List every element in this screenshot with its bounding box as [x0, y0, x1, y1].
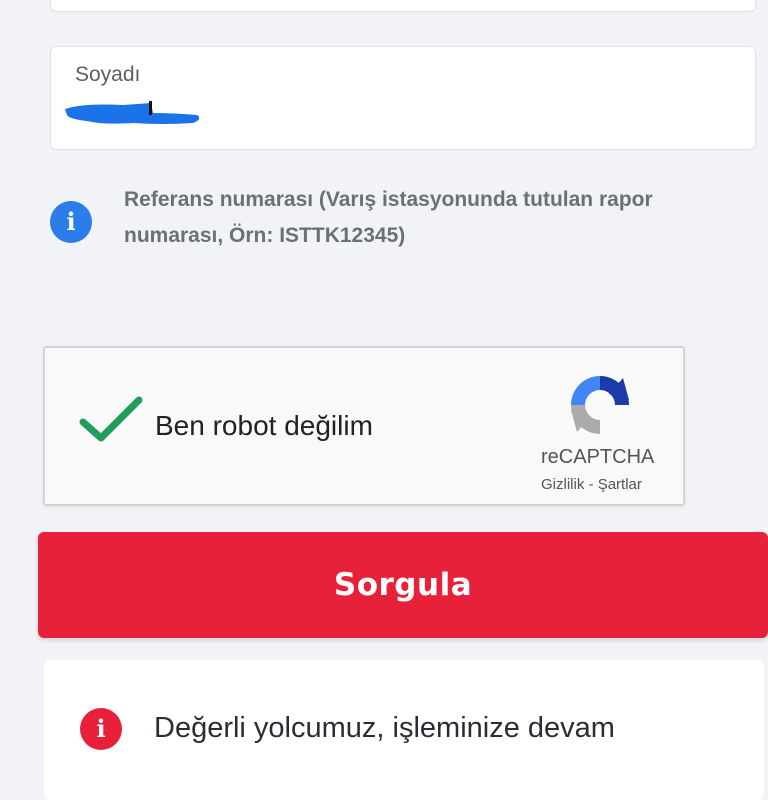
checkmark-icon[interactable]: [79, 394, 143, 446]
sorgula-button[interactable]: Sorgula: [38, 532, 768, 638]
links-separator: -: [584, 476, 598, 493]
recaptcha-logo-icon: [571, 376, 629, 434]
alert-icon: i: [80, 708, 122, 750]
previous-field[interactable]: [50, 0, 756, 12]
recaptcha-brand: reCAPTCHA: [541, 446, 655, 468]
surname-field[interactable]: Soyadı: [50, 46, 756, 150]
redacted-surname-value: [65, 101, 200, 124]
notice-text: Değerli yolcumuz, işleminize devam: [154, 712, 615, 744]
terms-link[interactable]: Şartlar: [598, 476, 642, 493]
surname-label: Soyadı: [75, 63, 141, 86]
recaptcha-links: Gizlilik - Şartlar: [541, 476, 642, 493]
notice-card: i Değerli yolcumuz, işleminize devam: [44, 660, 764, 800]
privacy-link[interactable]: Gizlilik: [541, 476, 584, 493]
reference-info-text: Referans numarası (Varış istasyonunda tu…: [124, 188, 653, 247]
captcha-label: Ben robot değilim: [155, 410, 373, 441]
info-icon: i: [50, 201, 92, 243]
recaptcha-widget: Ben robot değilim reCAPTCHA Gizlilik - Ş…: [43, 346, 685, 506]
